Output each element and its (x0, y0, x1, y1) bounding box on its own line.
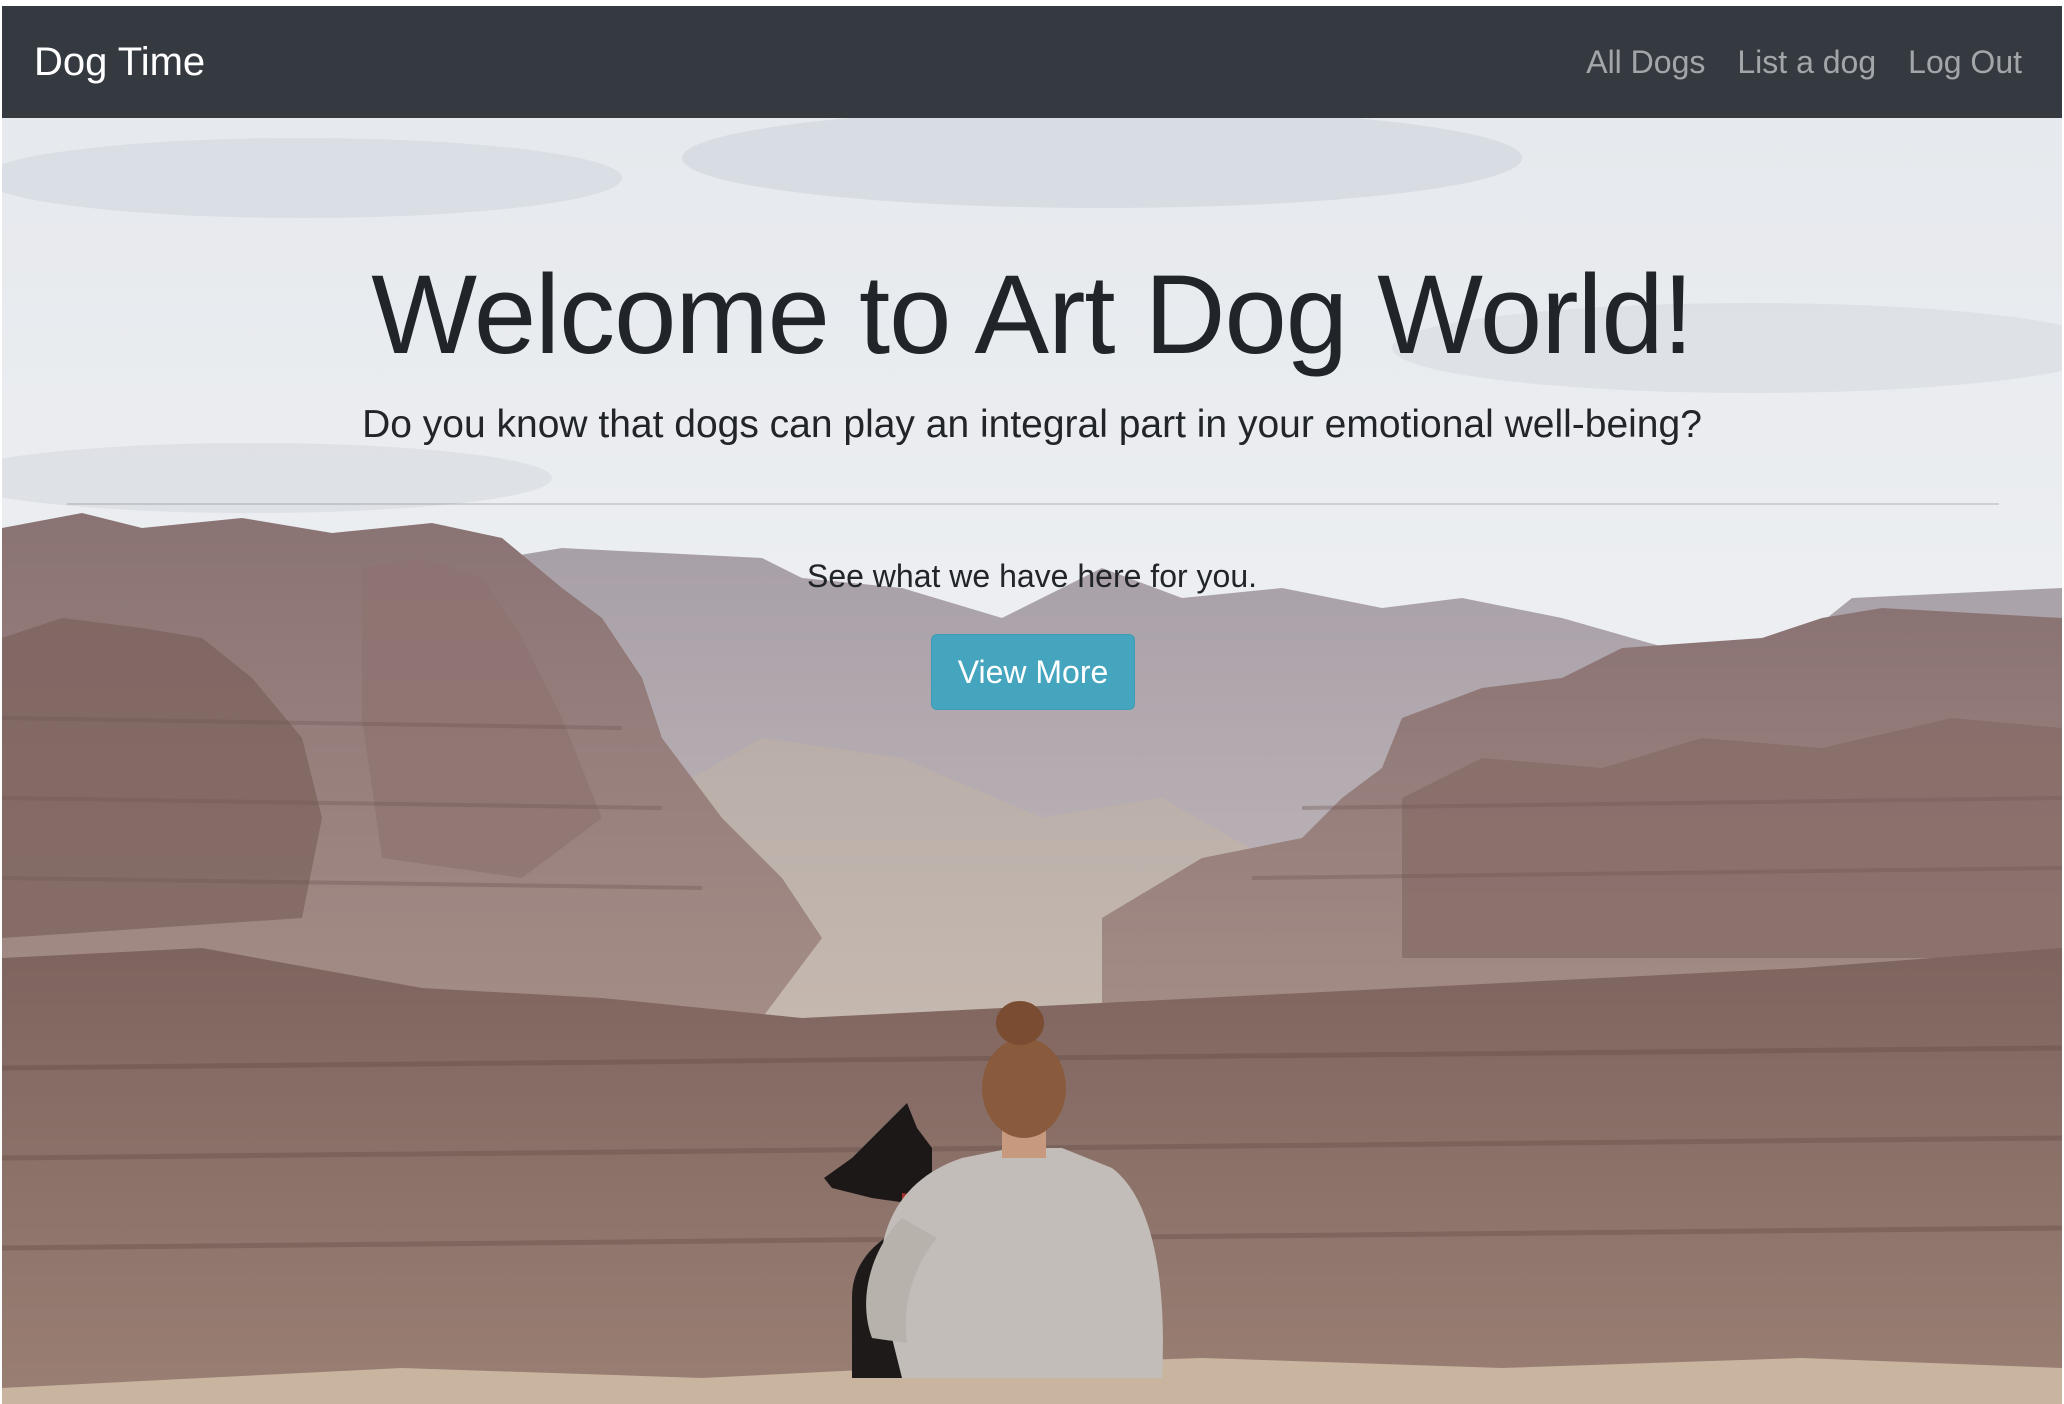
nav-links: All Dogs List a dog Log Out (1586, 6, 2022, 118)
navbar: Dog Time All Dogs List a dog Log Out (2, 6, 2062, 118)
nav-link-all-dogs[interactable]: All Dogs (1586, 44, 1705, 81)
hero-section: Welcome to Art Dog World! Do you know th… (2, 118, 2062, 1404)
view-more-button[interactable]: View More (931, 634, 1135, 710)
nav-link-list-a-dog[interactable]: List a dog (1737, 44, 1876, 81)
divider (67, 503, 1999, 505)
hero-title: Welcome to Art Dog World! (371, 252, 1694, 377)
page: Dog Time All Dogs List a dog Log Out Wel… (0, 0, 2064, 1404)
hero-subtext: See what we have here for you. (806, 558, 1258, 594)
nav-link-log-out[interactable]: Log Out (1908, 44, 2022, 81)
brand-link[interactable]: Dog Time (34, 6, 205, 118)
jumbotron: Welcome to Art Dog World! Do you know th… (2, 118, 2062, 1404)
hero-lead: Do you know that dogs can play an integr… (362, 403, 1702, 446)
